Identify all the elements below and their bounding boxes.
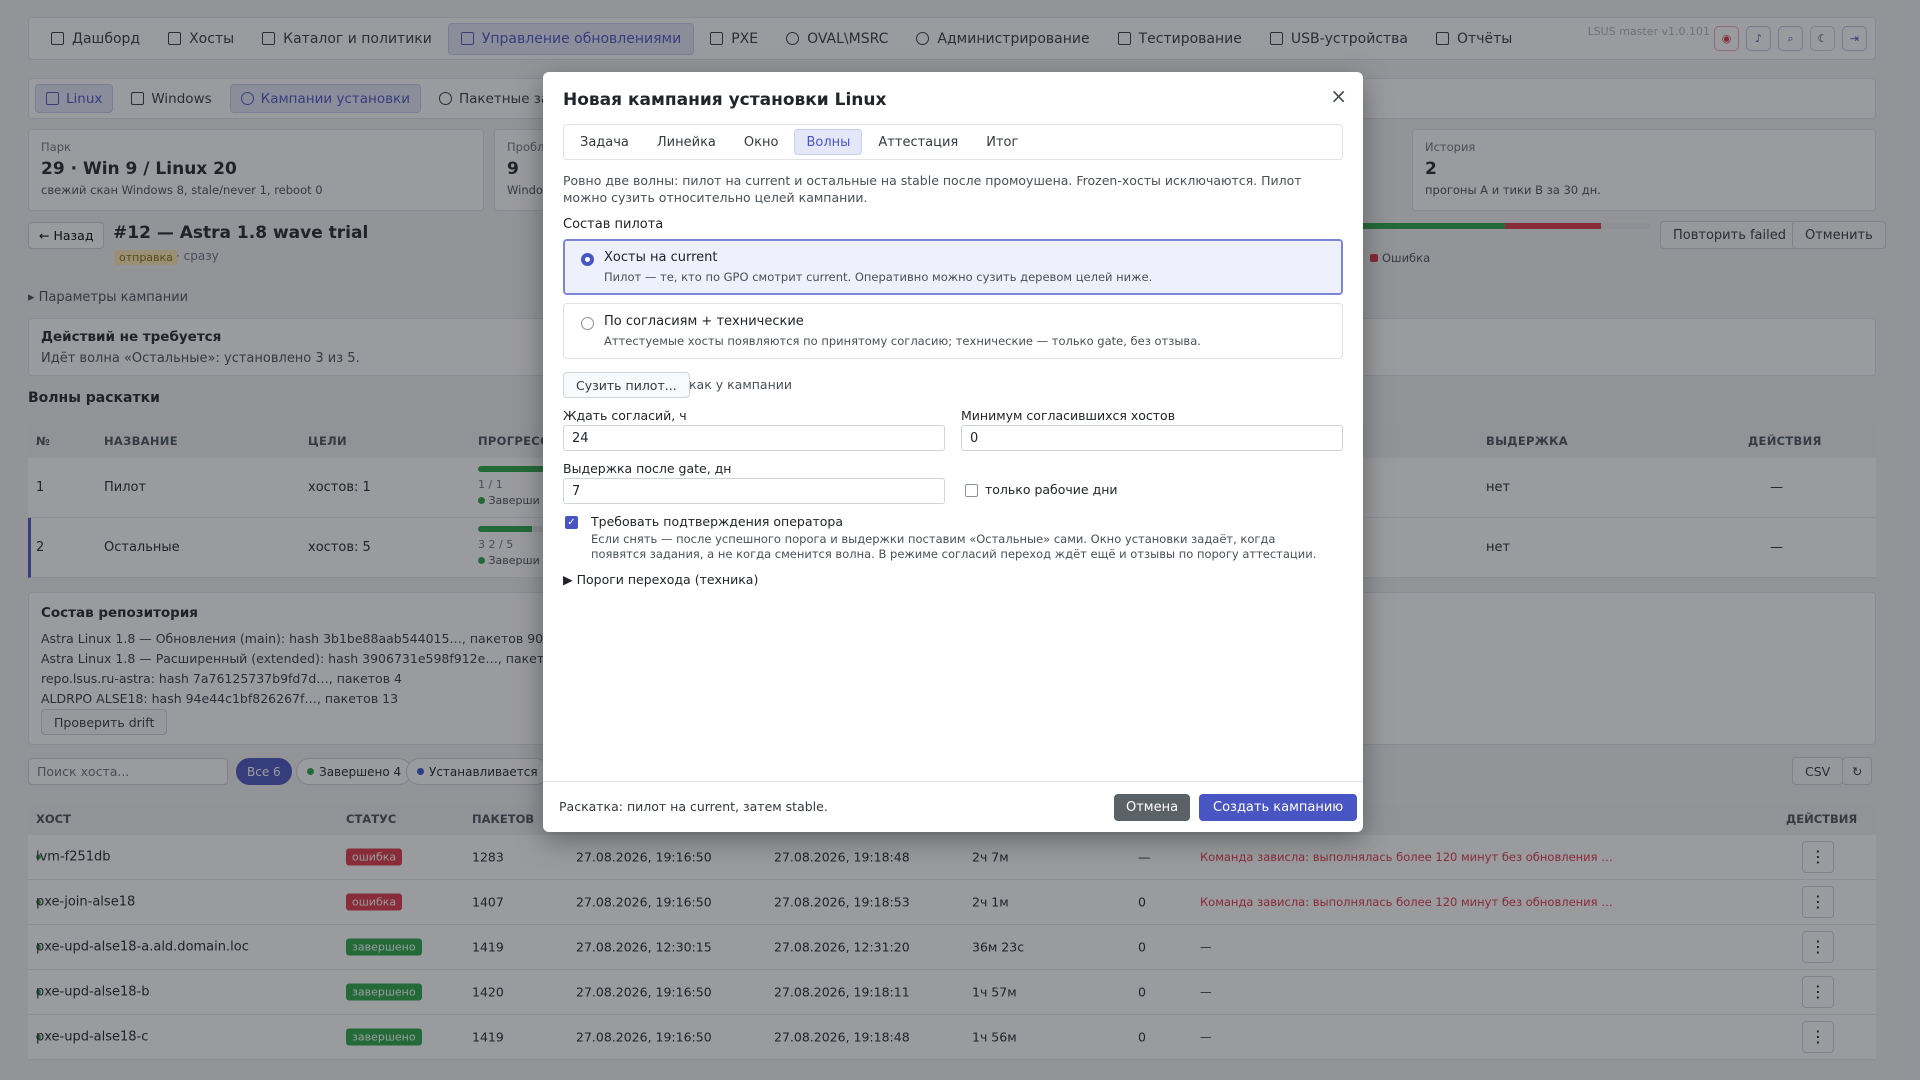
wait-consents-label: Ждать согласий, ч — [563, 408, 687, 423]
tab-waves[interactable]: Волны — [794, 129, 863, 155]
tab-task[interactable]: Задача — [568, 129, 641, 155]
narrow-pilot-note: как у кампании — [689, 377, 792, 392]
new-campaign-dialog: Новая кампания установки Linux × Задача … — [543, 72, 1363, 832]
tab-window[interactable]: Окно — [732, 129, 791, 155]
footer-note: Раскатка: пилот на current, затем stable… — [559, 799, 828, 814]
confirm-label: Требовать подтверждения оператора — [591, 514, 844, 529]
thresholds-toggle[interactable]: ▶ Пороги перехода (техника) — [563, 572, 758, 587]
soak-label: Выдержка после gate, дн — [563, 461, 732, 476]
close-icon[interactable]: × — [1330, 86, 1347, 106]
pilot-option-current[interactable]: Хосты на current Пилот — те, кто по GPO … — [563, 239, 1343, 295]
dialog-footer: Раскатка: пилот на current, затем stable… — [543, 781, 1363, 832]
min-consents-input[interactable] — [961, 425, 1343, 451]
tab-summary[interactable]: Итог — [974, 129, 1030, 155]
waves-description: Ровно две волны: пилот на current и оста… — [563, 173, 1302, 205]
tab-attestation[interactable]: Аттестация — [866, 129, 970, 155]
radio-current[interactable] — [581, 253, 594, 266]
radio-consents[interactable] — [581, 317, 594, 330]
wait-consents-input[interactable] — [563, 425, 945, 451]
min-consents-label: Минимум согласившихся хостов — [961, 408, 1176, 423]
pilot-label: Состав пилота — [563, 217, 664, 232]
dialog-title: Новая кампания установки Linux — [563, 90, 887, 110]
pilot-option-consents[interactable]: По согласиям + технические Аттестуемые х… — [563, 303, 1343, 359]
cancel-button[interactable]: Отмена — [1114, 794, 1191, 821]
create-campaign-button[interactable]: Создать кампанию — [1199, 794, 1358, 821]
tab-line[interactable]: Линейка — [645, 129, 728, 155]
confirm-checkbox[interactable]: ✓ — [565, 516, 578, 529]
narrow-pilot-button[interactable]: Сузить пилот... — [563, 372, 690, 398]
dialog-tabs: Задача Линейка Окно Волны Аттестация Ито… — [563, 124, 1343, 160]
workdays-checkbox[interactable] — [965, 484, 978, 497]
workdays-label: только рабочие дни — [985, 482, 1118, 497]
soak-days-input[interactable] — [563, 478, 945, 504]
confirm-description: Если снять — после успешного порога и вы… — [591, 532, 1317, 561]
